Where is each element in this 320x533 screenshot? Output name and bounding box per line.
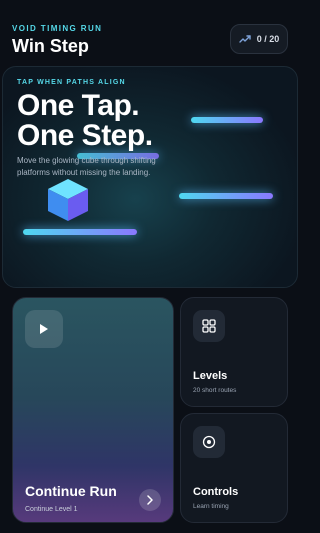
hero-title: One Tap. One Step. [17,91,153,151]
hero-title-line: One Tap. [17,89,140,122]
grid-icon [202,319,216,333]
app-title: Win Step [12,36,89,56]
glowing-cube-icon [48,179,88,221]
continue-run-subtitle: Continue Level 1 [25,506,78,513]
continue-arrow-button[interactable] [139,489,161,511]
hero-banner: TAP WHEN PATHS ALIGN One Tap. One Step. … [2,66,298,288]
hero-title-line: One Step. [17,119,153,152]
controls-icon-tile [193,426,225,458]
controls-card[interactable]: Controls Learn timing [180,413,288,523]
levels-subtitle: 20 short routes [193,387,237,394]
levels-title: Levels [193,370,228,382]
hero-description: Move the glowing cube through shifting p… [17,156,156,177]
hero-eyebrow: TAP WHEN PATHS ALIGN [17,79,126,86]
play-button[interactable] [25,310,63,348]
header: VOID TIMING RUN Win Step 0 / 20 [12,20,288,60]
platform [23,229,137,235]
play-icon [40,324,48,334]
platform [179,193,273,199]
chevron-right-icon [147,495,153,505]
progress-count: 0 / 20 [256,34,280,44]
trend-up-icon [239,35,251,43]
progress-pill[interactable]: 0 / 20 [230,24,288,54]
platform [191,117,263,123]
continue-run-card[interactable]: Continue Run Continue Level 1 [12,297,174,523]
continue-run-title: Continue Run [25,483,117,499]
target-icon [202,435,216,449]
levels-card[interactable]: Levels 20 short routes [180,297,288,407]
controls-subtitle: Learn timing [193,503,229,510]
controls-title: Controls [193,486,239,498]
app-eyebrow: VOID TIMING RUN [12,24,103,33]
levels-icon-tile [193,310,225,342]
